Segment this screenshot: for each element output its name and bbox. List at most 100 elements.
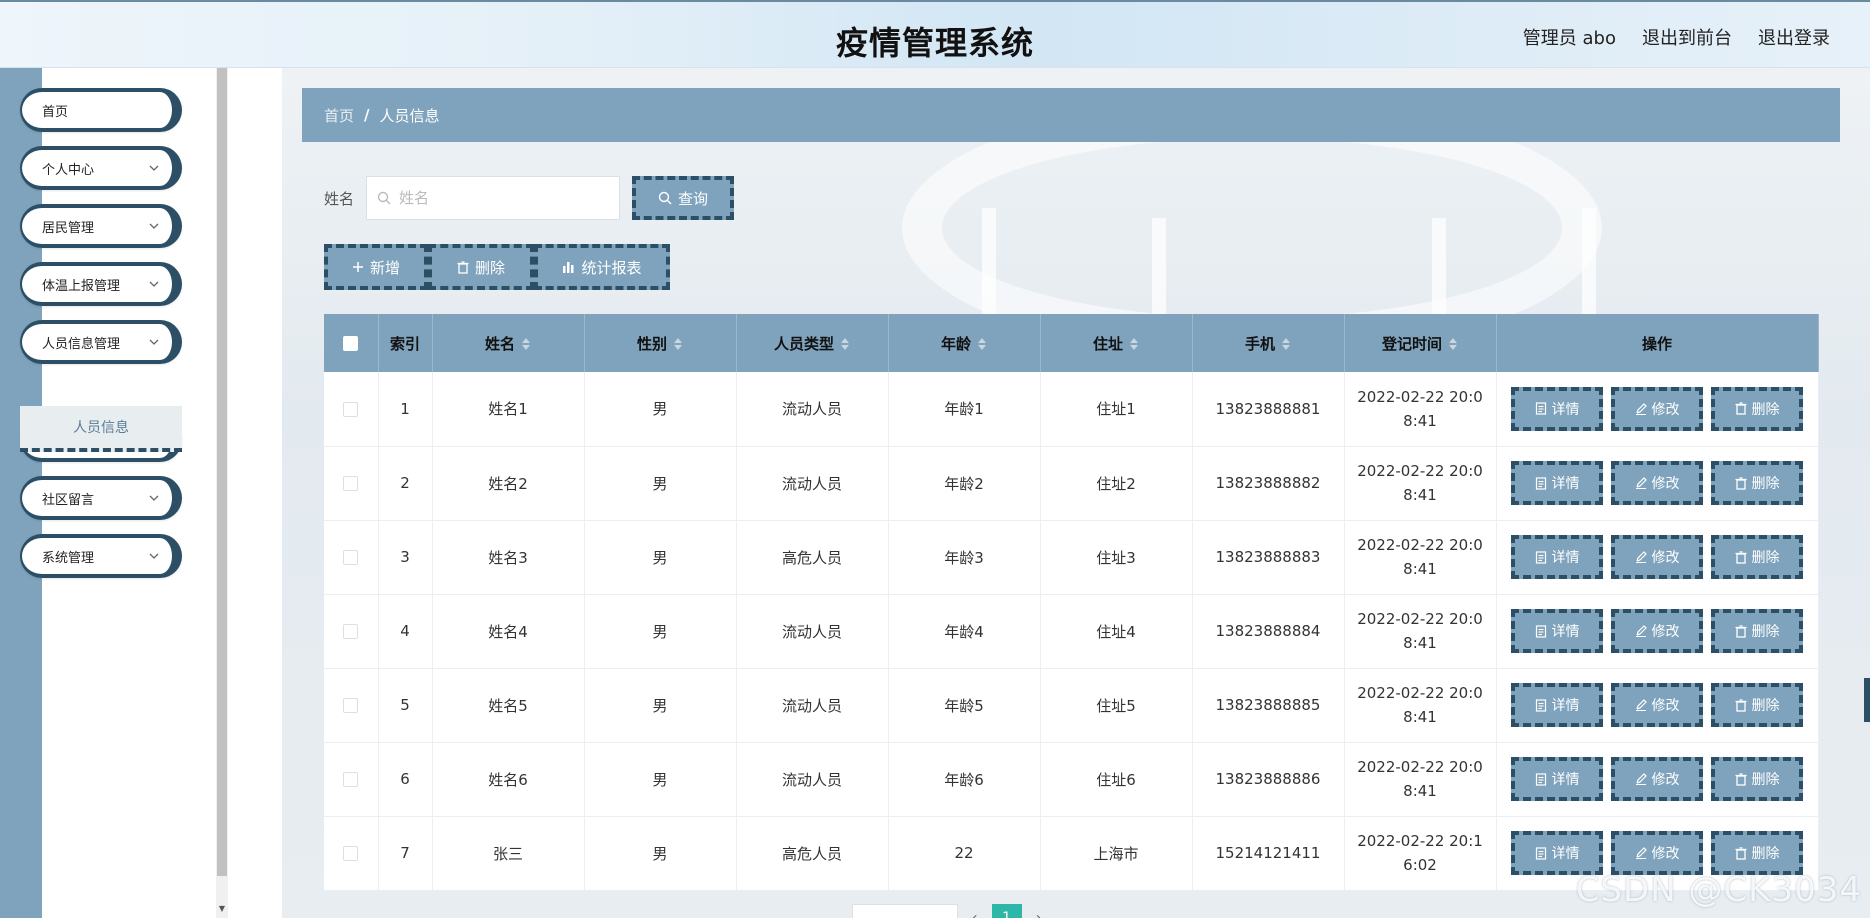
sort-icon[interactable] [977,336,987,352]
cell-select[interactable] [324,816,379,891]
chevron-down-icon [148,550,160,562]
sort-icon[interactable] [1448,336,1458,352]
column-header-phone[interactable]: 手机 [1192,314,1345,372]
edit-button[interactable]: 修改 [1611,609,1703,653]
delete-button[interactable]: 删除 [1711,386,1803,431]
sidebar-item[interactable]: 系统管理 [20,534,182,578]
sort-icon[interactable] [1281,336,1291,352]
delete-button[interactable]: 删除 [1711,757,1803,801]
cell-index: 7 [378,816,433,891]
detail-button[interactable]: 详情 [1511,609,1603,653]
row-checkbox[interactable] [343,401,359,417]
side-tab-handle[interactable] [1864,678,1870,722]
delete-button-label: 删除 [1751,698,1780,714]
prev-page-icon[interactable]: ‹ [972,910,978,918]
cell-gender: 男 [584,372,737,447]
edit-button[interactable]: 修改 [1611,683,1703,727]
detail-button[interactable]: 详情 [1511,386,1603,431]
row-checkbox[interactable] [343,846,359,861]
cell-type: 流动人员 [736,594,889,669]
sidebar-item[interactable]: 社区留言 [20,476,182,520]
detail-button[interactable]: 详情 [1511,757,1603,801]
edit-button[interactable]: 修改 [1611,461,1703,505]
sort-icon[interactable] [673,336,683,352]
add-button[interactable]: 新增 [324,244,428,290]
edit-button-label: 修改 [1651,846,1680,862]
cell-time: 2022-02-22 20:1 6:02 [1344,816,1497,891]
table-row: 6 姓名6 男流动人员 年龄6 住址6 13823888886 2022-02-22 20:… [324,742,1819,817]
table-row: 3 姓名3 男高危人员 年龄3 住址3 13823888883 2022-02-22 20:… [324,520,1819,595]
cell-select[interactable] [324,668,379,743]
batch-delete-button[interactable]: 删除 [428,244,534,290]
delete-button[interactable]: 删除 [1711,609,1803,653]
cell-select[interactable] [324,742,379,817]
detail-button[interactable]: 详情 [1511,461,1603,505]
select-all-checkbox[interactable] [343,336,359,351]
scroll-down-arrow-icon[interactable]: ▼ [217,904,227,914]
delete-button[interactable]: 删除 [1711,461,1803,505]
edit-button[interactable]: 修改 [1611,757,1703,801]
cell-select[interactable] [324,594,379,669]
column-header-time[interactable]: 登记时间 [1344,314,1497,372]
select-all-header[interactable] [324,314,379,372]
time-line-1: 2022-02-22 20:0 [1357,536,1483,554]
column-header-gender[interactable]: 性别 [584,314,737,372]
sidebar-item[interactable]: 体温上报管理 [20,262,182,306]
column-header-name[interactable]: 姓名 [432,314,585,372]
sidebar-item-label: 人员信息管理 [42,336,121,352]
cell-time: 2022-02-22 20:0 8:41 [1344,594,1497,669]
detail-button-label: 详情 [1551,698,1580,714]
edit-button[interactable]: 修改 [1611,386,1703,431]
delete-button[interactable]: 删除 [1711,535,1803,579]
detail-button[interactable]: 详情 [1511,683,1603,727]
submenu-item-person-info[interactable]: 人员信息 [20,406,182,452]
row-checkbox[interactable] [343,476,359,491]
back-to-front-link[interactable]: 退出到前台 [1642,24,1732,50]
search-field[interactable] [366,176,621,220]
logout-link[interactable]: 退出登录 [1758,24,1830,50]
delete-button[interactable]: 删除 [1711,831,1803,875]
report-button[interactable]: 统计报表 [534,244,670,290]
detail-button[interactable]: 详情 [1511,535,1603,579]
detail-button-label: 详情 [1551,476,1580,492]
detail-button-label: 详情 [1551,401,1580,418]
row-checkbox[interactable] [343,550,359,565]
sidebar-item[interactable]: 人员信息管理 [20,320,182,364]
sort-icon[interactable] [521,336,531,352]
cell-address: 住址5 [1040,668,1193,743]
next-page-icon[interactable]: › [1036,910,1042,918]
sidebar-item-label: 个人中心 [42,162,95,178]
column-header-age[interactable]: 年龄 [888,314,1041,372]
cell-select[interactable] [324,520,379,595]
breadcrumb-home[interactable]: 首页 [324,105,354,126]
edit-button[interactable]: 修改 [1611,831,1703,875]
sort-icon[interactable] [1129,336,1139,352]
cell-name: 姓名2 [432,446,585,521]
query-button[interactable]: 查询 [632,176,735,220]
cell-name: 姓名5 [432,668,585,743]
cell-age: 22 [888,816,1041,891]
row-checkbox[interactable] [343,624,359,639]
column-header-type[interactable]: 人员类型 [736,314,889,372]
edit-button[interactable]: 修改 [1611,535,1703,579]
sidebar-scrollbar[interactable]: ▼ [216,68,228,918]
delete-button[interactable]: 删除 [1711,683,1803,727]
cell-select[interactable] [324,372,379,447]
search-label: 姓名 [324,189,355,208]
sidebar-item[interactable]: 首页 [20,88,182,132]
column-header-address[interactable]: 住址 [1040,314,1193,372]
detail-button[interactable]: 详情 [1511,831,1603,875]
name-search-input[interactable] [399,189,600,207]
cell-name: 姓名3 [432,520,585,595]
row-checkbox[interactable] [343,698,359,713]
edit-button-label: 修改 [1651,550,1680,566]
sort-icon[interactable] [840,336,850,352]
sidebar-item[interactable]: 个人中心 [20,146,182,190]
scrollbar-thumb[interactable] [217,68,227,876]
column-header-label: 姓名 [484,334,515,353]
page-size-select[interactable] [852,904,958,918]
cell-select[interactable] [324,446,379,521]
row-checkbox[interactable] [343,772,359,787]
sidebar-item[interactable]: 居民管理 [20,204,182,248]
current-page-button[interactable]: 1 [991,904,1022,918]
